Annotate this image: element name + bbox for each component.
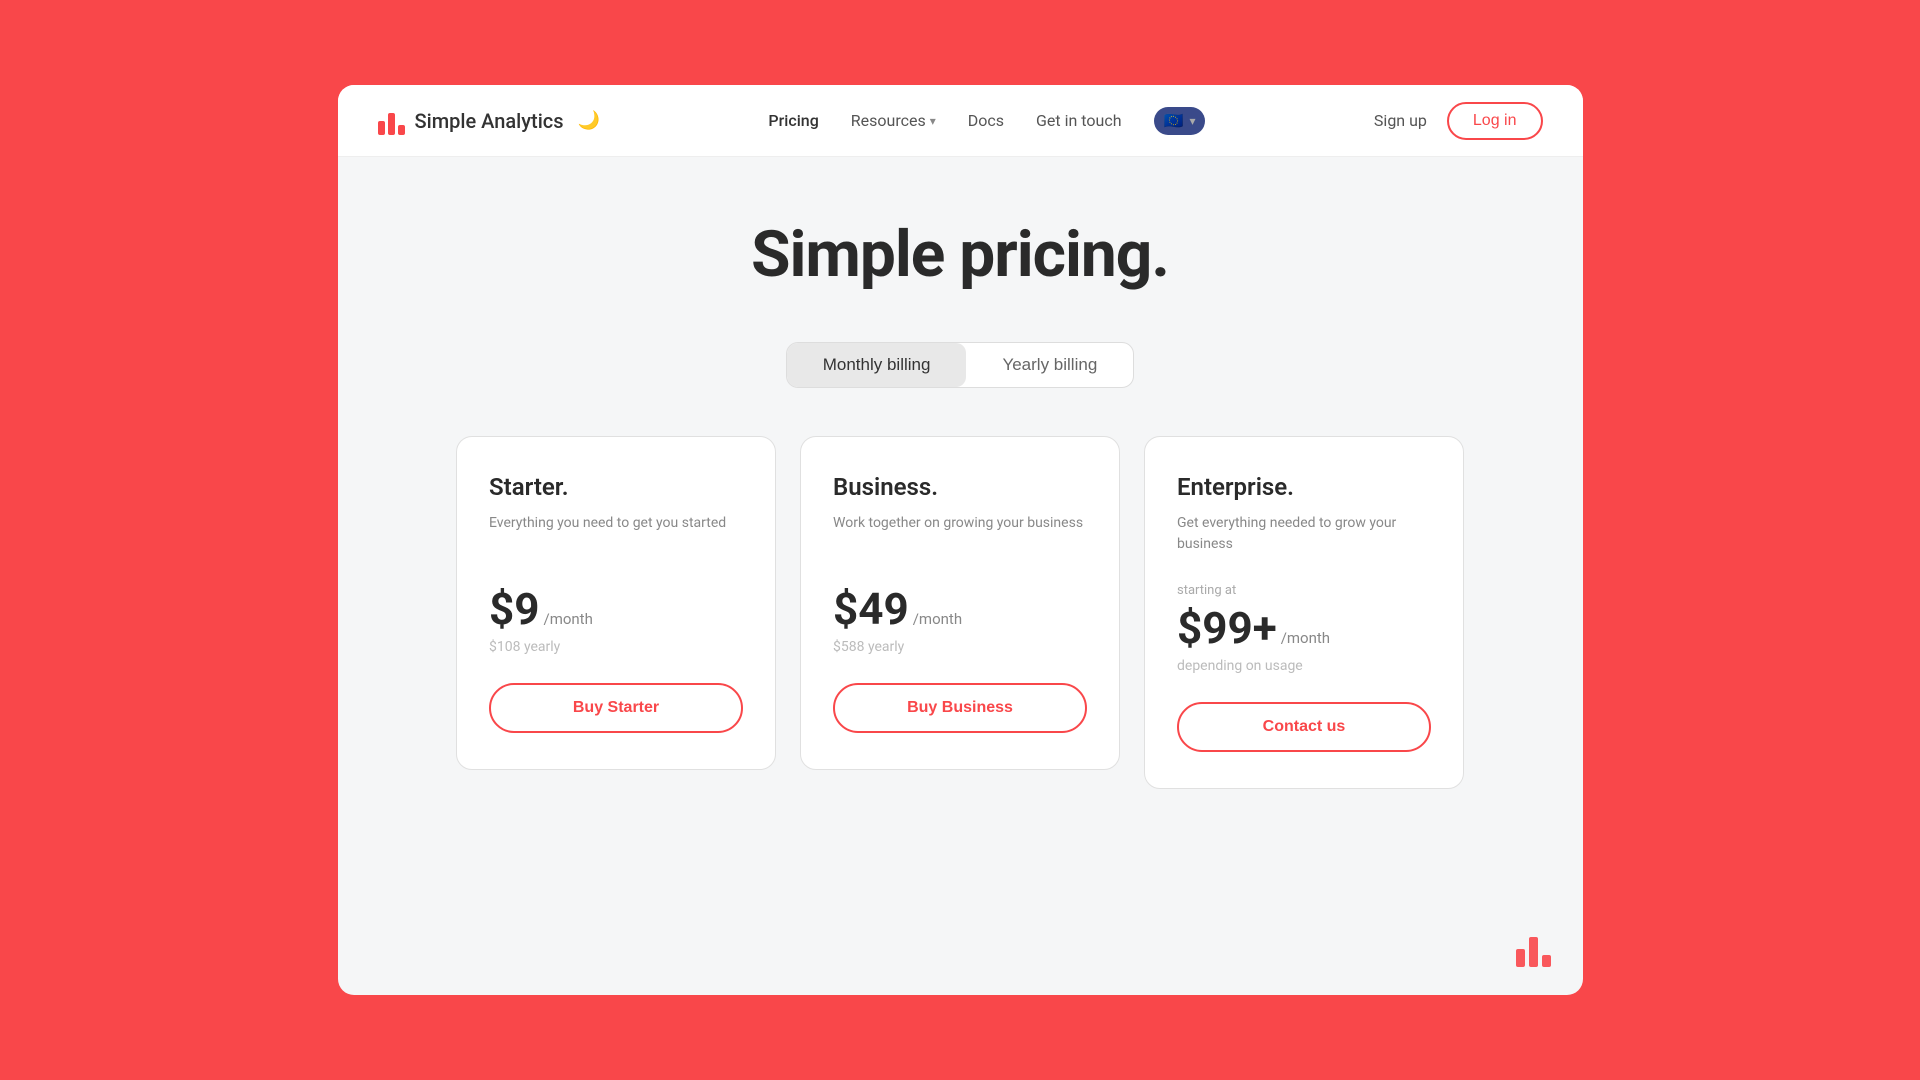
nav-link-resources[interactable]: Resources ▾	[851, 111, 936, 130]
eu-flag-icon: 🇪🇺	[1164, 111, 1184, 131]
region-selector[interactable]: 🇪🇺 ▾	[1154, 107, 1206, 135]
buy-business-button[interactable]: Buy Business	[833, 683, 1087, 733]
business-yearly-price: $588 yearly	[833, 639, 1087, 655]
pricing-cards-row: Starter. Everything you need to get you …	[456, 436, 1464, 789]
logo-bar-3	[398, 125, 405, 135]
brand-name: Simple Analytics	[415, 109, 564, 133]
nav-link-pricing[interactable]: Pricing	[768, 111, 818, 130]
starter-card-title: Starter.	[489, 473, 743, 501]
business-price-row: $49 /month	[833, 583, 1087, 635]
logo-icon	[378, 107, 405, 135]
sign-up-link[interactable]: Sign up	[1374, 111, 1427, 130]
log-in-button[interactable]: Log in	[1447, 102, 1543, 140]
page-content: Simple pricing. Monthly billing Yearly b…	[338, 157, 1583, 995]
navbar-links: Pricing Resources ▾ Docs Get in touch 🇪🇺…	[768, 107, 1205, 135]
bc-bar-1	[1516, 949, 1525, 967]
main-card: Simple Analytics 🌙 Pricing Resources ▾ D…	[338, 85, 1583, 995]
enterprise-price-row: $99+ /month	[1177, 602, 1431, 654]
resources-chevron-icon: ▾	[930, 114, 936, 128]
starter-per-month: /month	[544, 610, 593, 628]
nav-link-get-in-touch[interactable]: Get in touch	[1036, 111, 1122, 130]
billing-toggle: Monthly billing Yearly billing	[786, 342, 1135, 388]
navbar-logo-area: Simple Analytics 🌙	[378, 107, 600, 135]
monthly-billing-option[interactable]: Monthly billing	[787, 343, 967, 387]
nav-link-docs[interactable]: Docs	[968, 111, 1004, 130]
enterprise-card: Enterprise. Get everything needed to gro…	[1144, 436, 1464, 789]
page-background: Simple Analytics 🌙 Pricing Resources ▾ D…	[0, 0, 1920, 1080]
contact-us-button[interactable]: Contact us	[1177, 702, 1431, 752]
starter-price-row: $9 /month	[489, 583, 743, 635]
buy-starter-button[interactable]: Buy Starter	[489, 683, 743, 733]
logo-bar-2	[388, 113, 395, 135]
starter-card-desc: Everything you need to get you started	[489, 513, 743, 555]
enterprise-price: $99+	[1177, 602, 1277, 654]
region-chevron-icon: ▾	[1189, 114, 1195, 128]
yearly-billing-option[interactable]: Yearly billing	[966, 343, 1133, 387]
enterprise-per-month: /month	[1281, 629, 1330, 647]
nav-link-resources-label: Resources	[851, 111, 926, 130]
business-card-title: Business.	[833, 473, 1087, 501]
business-card: Business. Work together on growing your …	[800, 436, 1120, 770]
page-title: Simple pricing.	[751, 217, 1169, 292]
enterprise-card-title: Enterprise.	[1177, 473, 1431, 501]
bottom-chart-icon	[1516, 931, 1551, 967]
business-per-month: /month	[913, 610, 962, 628]
navbar-auth: Sign up Log in	[1374, 102, 1543, 140]
bc-bar-2	[1529, 937, 1538, 967]
starter-yearly-price: $108 yearly	[489, 639, 743, 655]
business-price: $49	[833, 583, 909, 635]
dark-mode-icon[interactable]: 🌙	[578, 110, 600, 131]
logo-bar-1	[378, 121, 385, 135]
starter-price: $9	[489, 583, 540, 635]
enterprise-yearly-price: depending on usage	[1177, 658, 1431, 674]
enterprise-starting-at: starting at	[1177, 583, 1431, 598]
bc-bar-3	[1542, 955, 1551, 967]
starter-card: Starter. Everything you need to get you …	[456, 436, 776, 770]
enterprise-card-desc: Get everything needed to grow your busin…	[1177, 513, 1431, 555]
business-card-desc: Work together on growing your business	[833, 513, 1087, 555]
navbar: Simple Analytics 🌙 Pricing Resources ▾ D…	[338, 85, 1583, 157]
